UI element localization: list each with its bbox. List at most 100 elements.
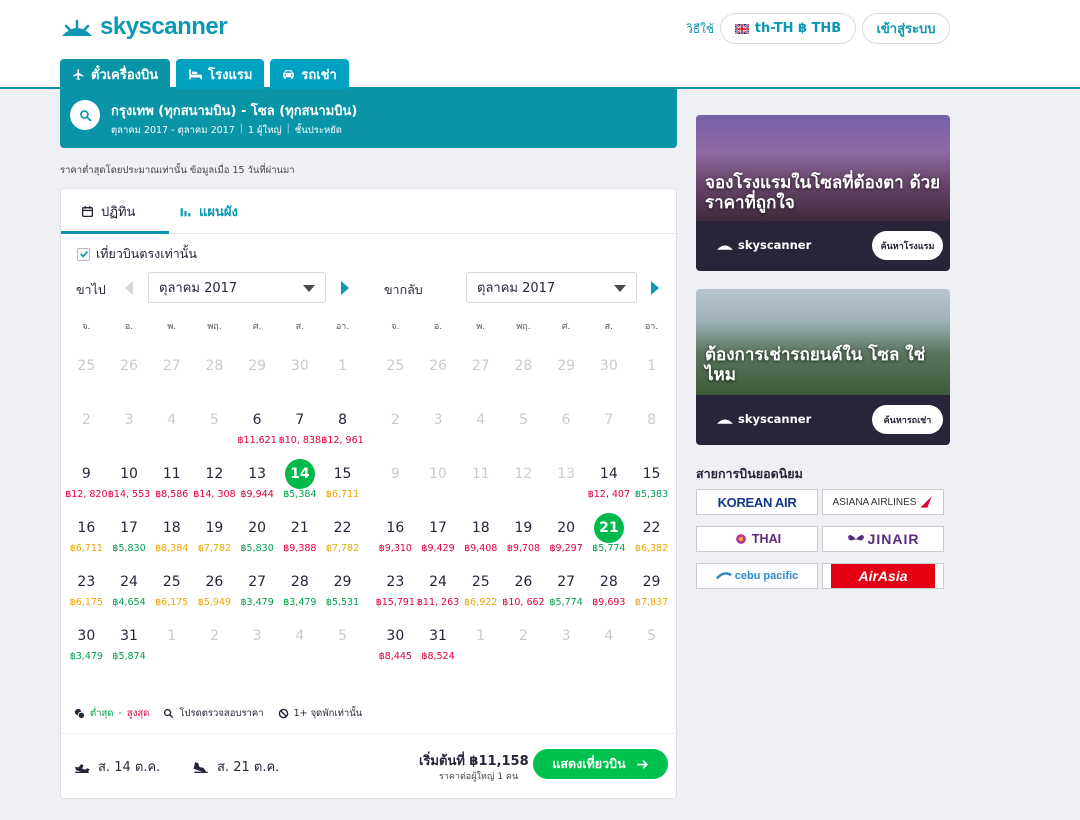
day-number: 12 xyxy=(514,466,533,482)
outbound-day-cell[interactable]: 22 ฿7,782 xyxy=(321,513,364,556)
outbound-prev-month-arrow[interactable] xyxy=(125,281,133,295)
outbound-day-cell[interactable]: 9 ฿12, 820 xyxy=(65,459,108,502)
airline-thai[interactable]: THAI xyxy=(696,526,818,552)
day-number: 19 xyxy=(514,520,533,536)
inbound-day-cell[interactable]: 29 ฿7,837 xyxy=(630,567,673,610)
skyscanner-logo[interactable]: skyscanner xyxy=(60,13,228,41)
tab-car-hire[interactable]: รถเช่า xyxy=(270,59,349,89)
airline-jin-air[interactable]: JINAIR xyxy=(822,526,944,552)
weekday-header: จ. xyxy=(391,322,400,332)
outbound-day-cell[interactable]: 20 ฿5,830 xyxy=(236,513,279,556)
airline-airasia[interactable]: AirAsia xyxy=(822,563,944,589)
outbound-day-cell: 5 xyxy=(321,621,364,651)
outbound-month-value: ตุลาคม 2017 xyxy=(159,281,238,296)
outbound-day-cell[interactable]: 14 ฿5,384 xyxy=(279,459,322,502)
outbound-day-cell[interactable]: 26 ฿5,949 xyxy=(193,567,236,610)
inbound-day-cell[interactable]: 25 ฿6,922 xyxy=(459,567,502,610)
outbound-day-cell[interactable]: 30 ฿3,479 xyxy=(65,621,108,664)
day-number: 28 xyxy=(205,358,224,374)
outbound-day-cell[interactable]: 27 ฿3,479 xyxy=(236,567,279,610)
airline-cebu-pacific[interactable]: cebu pacific xyxy=(696,563,818,589)
tab-hotels[interactable]: โรงแรม xyxy=(176,59,265,89)
selected-depart-date: ส. 14 ต.ค. xyxy=(74,756,160,777)
inbound-month-select[interactable]: ตุลาคม 2017 xyxy=(466,272,637,303)
inbound-day-cell[interactable]: 30 ฿8,445 xyxy=(374,621,417,664)
direct-only-option[interactable]: เที่ยวบินตรงเท่านั้น xyxy=(77,244,197,264)
inbound-day-cell[interactable]: 24 ฿11, 263 xyxy=(417,567,460,610)
inbound-day-cell[interactable]: 21 ฿5,774 xyxy=(588,513,631,556)
inbound-day-cell[interactable]: 22 ฿6,382 xyxy=(630,513,673,556)
outbound-day-cell: 3 xyxy=(108,405,151,435)
outbound-day-cell[interactable]: 24 ฿4,654 xyxy=(108,567,151,610)
login-button[interactable]: เข้าสู่ระบบ xyxy=(862,13,950,44)
inbound-day-cell[interactable]: 23 ฿15,791 xyxy=(374,567,417,610)
day-number: 29 xyxy=(248,358,267,374)
inbound-day-cell[interactable]: 31 ฿8,524 xyxy=(417,621,460,664)
tab-flights[interactable]: ตั๋วเครื่องบิน xyxy=(60,59,171,89)
direct-only-checkbox[interactable] xyxy=(77,247,90,261)
show-flights-button[interactable]: แสดงเที่ยวบิน xyxy=(533,749,668,779)
day-number: 27 xyxy=(471,358,490,374)
find-car-hire-button[interactable]: ค้นหารถเช่า xyxy=(872,405,943,434)
inbound-day-cell[interactable]: 27 ฿5,774 xyxy=(545,567,588,610)
outbound-day-cell[interactable]: 17 ฿5,830 xyxy=(108,513,151,556)
airline-korean-air[interactable]: KOREAN AIR xyxy=(696,489,818,515)
outbound-day-cell[interactable]: 28 ฿3,479 xyxy=(279,567,322,610)
outbound-day-cell[interactable]: 23 ฿6,175 xyxy=(65,567,108,610)
legend-low: ต่ำสุด xyxy=(90,708,114,719)
outbound-day-cell[interactable]: 11 ฿8,586 xyxy=(150,459,193,502)
day-number: 21 xyxy=(593,513,624,543)
outbound-day-cell[interactable]: 6 ฿11,621 xyxy=(236,405,279,448)
outbound-day-cell[interactable]: 13 ฿9,944 xyxy=(236,459,279,502)
inbound-day-cell[interactable]: 19 ฿9,708 xyxy=(502,513,545,556)
outbound-day-cell[interactable]: 16 ฿6,711 xyxy=(65,513,108,556)
find-hotels-button[interactable]: ค้นหาโรงแรม xyxy=(872,231,943,260)
inbound-next-month-arrow[interactable] xyxy=(651,281,659,295)
day-number: 6 xyxy=(561,412,571,428)
tab-chart-view[interactable]: แผนผัง xyxy=(179,201,238,222)
day-number: 3 xyxy=(433,412,443,428)
inbound-day-cell[interactable]: 26 ฿10, 662 xyxy=(502,567,545,610)
weekday-header: พ. xyxy=(476,322,486,332)
day-number: 25 xyxy=(386,358,405,374)
day-price: ฿9,408 xyxy=(464,543,498,554)
inbound-day-cell[interactable]: 16 ฿9,310 xyxy=(374,513,417,556)
outbound-day-cell[interactable]: 12 ฿14, 308 xyxy=(193,459,236,502)
outbound-day-cell[interactable]: 19 ฿7,782 xyxy=(193,513,236,556)
outbound-day-cell[interactable]: 29 ฿5,531 xyxy=(321,567,364,610)
outbound-day-cell[interactable]: 8 ฿12, 961 xyxy=(321,405,364,448)
outbound-day-cell[interactable]: 21 ฿9,388 xyxy=(279,513,322,556)
outbound-day-cell[interactable]: 25 ฿6,175 xyxy=(150,567,193,610)
outbound-day-cell[interactable]: 10 ฿14, 553 xyxy=(108,459,151,502)
car-ad-footer: skyscanner ค้นหารถเช่า xyxy=(696,395,950,445)
inbound-day-cell[interactable]: 28 ฿9,693 xyxy=(588,567,631,610)
thai-orchid-icon xyxy=(736,534,746,544)
calendar-icon xyxy=(81,206,94,218)
tab-calendar-view[interactable]: ปฏิทิน xyxy=(81,201,135,222)
outbound-day-cell[interactable]: 7 ฿10, 838 xyxy=(279,405,322,448)
outbound-day-cell[interactable]: 18 ฿8,384 xyxy=(150,513,193,556)
inbound-day-cell[interactable]: 15 ฿5,383 xyxy=(630,459,673,502)
inbound-day-cell[interactable]: 18 ฿9,408 xyxy=(459,513,502,556)
outbound-day-cell[interactable]: 15 ฿6,711 xyxy=(321,459,364,502)
search-button[interactable] xyxy=(70,100,100,130)
inbound-day-cell[interactable]: 20 ฿9,297 xyxy=(545,513,588,556)
airline-asiana[interactable]: ASIANA AIRLINES xyxy=(822,489,944,515)
outbound-next-month-arrow[interactable] xyxy=(341,281,349,295)
search-summary-bar[interactable]: กรุงเทพ (ทุกสนามบิน) - โซล (ทุกสนามบิน) … xyxy=(60,89,677,148)
hotel-ad-banner[interactable]: จองโรงแรมในโซลที่ต้องตา ด้วยราคาที่ถูกใจ… xyxy=(696,115,950,271)
locale-currency-button[interactable]: th-TH ฿ THB xyxy=(720,13,856,44)
inbound-day-cell: 30 xyxy=(588,351,631,381)
day-number: 15 xyxy=(333,466,352,482)
outbound-month-select[interactable]: ตุลาคม 2017 xyxy=(148,272,326,303)
help-link[interactable]: วิธีใช้ xyxy=(686,20,714,39)
inbound-day-cell[interactable]: 14 ฿12, 407 xyxy=(588,459,631,502)
cebu-swirl-icon xyxy=(715,572,732,580)
day-number: 5 xyxy=(338,628,347,644)
outbound-day-cell[interactable]: 31 ฿5,874 xyxy=(108,621,151,664)
day-number: 8 xyxy=(338,412,347,428)
car-hire-ad-banner[interactable]: ต้องการเช่ารถยนต์ใน โซล ใช่ไหม skyscanne… xyxy=(696,289,950,445)
day-price: ฿9,297 xyxy=(549,543,583,554)
day-number: 11 xyxy=(162,466,181,482)
inbound-day-cell[interactable]: 17 ฿9,429 xyxy=(417,513,460,556)
